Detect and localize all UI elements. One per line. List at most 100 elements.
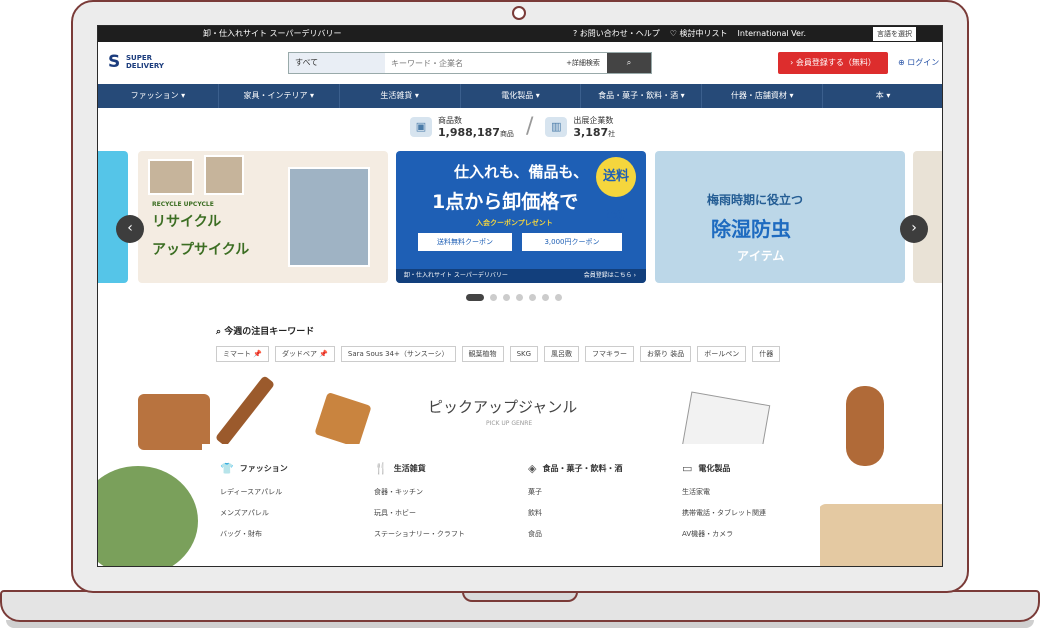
- plant-image: [98, 466, 198, 566]
- main-cta[interactable]: 会員登録はこちら ›: [584, 269, 636, 283]
- chevron-left-icon: ‹: [127, 220, 133, 236]
- recycle-line-1: リサイクル: [152, 214, 222, 230]
- companies-value: 3,187: [573, 125, 609, 139]
- products-unit: 商品: [499, 129, 514, 138]
- genre-link[interactable]: 生活家電: [682, 487, 832, 497]
- keyword-chip[interactable]: ボールペン: [697, 346, 747, 362]
- keyword-chip[interactable]: 什器: [752, 346, 781, 362]
- main-line-1: 仕入れも、備品も、: [454, 163, 589, 181]
- tv-icon: ▭: [682, 462, 693, 475]
- free-shipping-badge: 送料¥0: [596, 157, 636, 224]
- banner-main[interactable]: 仕入れも、備品も、 1点から卸価格で 送料¥0 入会クーポンプレゼント 送料無料…: [396, 151, 646, 283]
- genre-link[interactable]: レディースアパレル: [220, 487, 370, 497]
- genre-link[interactable]: 食器・キッチン: [374, 487, 524, 497]
- user-icon: ⊕: [898, 58, 908, 67]
- photo-model: [288, 167, 370, 267]
- genre-link[interactable]: 携帯電話・タブレット関連: [682, 508, 832, 518]
- nav-books[interactable]: 本 ▾: [823, 84, 942, 108]
- genre-title[interactable]: 食品・菓子・飲料・酒: [542, 463, 622, 474]
- nav-fixtures[interactable]: 什器・店舗資材 ▾: [702, 84, 824, 108]
- keyword-chip[interactable]: 観葉植物: [461, 346, 504, 362]
- browser-screen: 卸・仕入れサイト スーパーデリバリー ? お問い合わせ・ヘルプ ♡ 検討中リスト…: [97, 25, 943, 567]
- top-bar: 卸・仕入れサイト スーパーデリバリー ? お問い合わせ・ヘルプ ♡ 検討中リスト…: [98, 26, 942, 42]
- carousel-prev-button[interactable]: ‹: [116, 215, 144, 243]
- genre-link[interactable]: メンズアパレル: [220, 508, 370, 518]
- recycle-small: RECYCLE UPCYCLE: [152, 201, 214, 208]
- genre-link[interactable]: 飲料: [528, 508, 678, 518]
- search-button[interactable]: ⌕: [607, 53, 651, 73]
- genre-title[interactable]: 電化製品: [698, 463, 730, 474]
- keyword-chip[interactable]: お祭り 装品: [640, 346, 692, 362]
- cutlery-icon: 🍴: [374, 462, 388, 475]
- carousel-next-button[interactable]: ›: [900, 215, 928, 243]
- keyword-chip[interactable]: 風呂敷: [544, 346, 580, 362]
- coupon-2: 3,000円クーポン: [522, 233, 622, 251]
- carousel-dot[interactable]: [490, 294, 497, 301]
- coupon-1: 送料無料クーポン: [418, 233, 512, 251]
- coupon-tag: 入会クーポンプレゼント: [476, 219, 553, 227]
- magnifier-icon: ⌕: [216, 327, 225, 337]
- strap-image: [214, 375, 276, 447]
- tshirt-icon: 👕: [220, 462, 234, 475]
- banner-recycle[interactable]: RECYCLE UPCYCLE リサイクル アップサイクル: [138, 151, 388, 283]
- help-link[interactable]: ? お問い合わせ・ヘルプ: [573, 26, 660, 42]
- keyword-chip[interactable]: フマキラー: [585, 346, 635, 362]
- search-bar: すべて +詳細検索 ⌕: [288, 52, 652, 74]
- companies-label: 出展企業数: [573, 115, 614, 125]
- banner-rainy-season[interactable]: 梅雨時期に役立つ 除湿防虫 アイテム: [655, 151, 905, 283]
- nav-furniture[interactable]: 家具・インテリア ▾: [219, 84, 340, 108]
- carousel-dot[interactable]: [542, 294, 549, 301]
- nav-fashion[interactable]: ファッション ▾: [98, 84, 219, 108]
- genre-title[interactable]: 生活雑貨: [394, 463, 426, 474]
- candy-icon: ◈: [528, 462, 537, 475]
- banner-carousel: RECYCLE UPCYCLE リサイクル アップサイクル 仕入れも、備品も、 …: [98, 151, 942, 283]
- carousel-dot[interactable]: [516, 294, 523, 301]
- recycle-line-2: アップサイクル: [152, 242, 250, 258]
- keywords-title: 今週の注目キーワード: [224, 327, 315, 337]
- genre-link[interactable]: 玩具・ホビー: [374, 508, 524, 518]
- tagline: 卸・仕入れサイト スーパーデリバリー: [203, 29, 342, 38]
- genre-link[interactable]: ステーショナリー・クラフト: [374, 529, 524, 539]
- advanced-search-link[interactable]: +詳細検索: [559, 53, 607, 73]
- companies-unit: 社: [608, 129, 616, 138]
- search-input[interactable]: [385, 53, 559, 73]
- search-category-select[interactable]: すべて: [289, 53, 385, 73]
- logo-line-2: DELIVERY: [126, 62, 164, 70]
- carousel-dot[interactable]: [555, 294, 562, 301]
- keyword-chip[interactable]: SKG: [509, 346, 539, 362]
- keyword-chip[interactable]: ミマート 📌: [216, 346, 269, 362]
- keyword-chip[interactable]: Sara Sous 34+（サンスーシ）: [340, 346, 456, 362]
- photo-thumbnail: [204, 155, 244, 195]
- international-link[interactable]: International Ver.: [738, 26, 806, 42]
- photo-thumbnail: [148, 159, 194, 195]
- keyword-chip[interactable]: ダッドベア 📌: [274, 346, 335, 362]
- site-logo[interactable]: S SUPER DELIVERY: [108, 53, 186, 71]
- site-stats: ▣ 商品数 1,988,187商品 / ▥ 出展企業数 3,187社: [410, 114, 615, 139]
- genre-title[interactable]: ファッション: [240, 463, 288, 474]
- products-icon: ▣: [410, 116, 432, 137]
- genre-link[interactable]: 食品: [528, 529, 678, 539]
- pickup-title: ピックアップジャンル: [428, 398, 578, 416]
- register-button[interactable]: › 会員登録する（無料）: [778, 52, 888, 74]
- language-selector[interactable]: 言語を選択: [873, 27, 916, 41]
- genre-link[interactable]: 菓子: [528, 487, 678, 497]
- slipper-image: [846, 386, 884, 466]
- genre-link[interactable]: バッグ・財布: [220, 529, 370, 539]
- phone-case-image: [314, 391, 372, 449]
- logo-line-1: SUPER: [126, 54, 153, 62]
- carousel-dot[interactable]: [529, 294, 536, 301]
- carousel-dot[interactable]: [503, 294, 510, 301]
- search-icon: ⌕: [626, 58, 632, 67]
- category-nav: ファッション ▾ 家具・インテリア ▾ 生活雑貨 ▾ 電化製品 ▾ 食品・菓子・…: [98, 84, 942, 108]
- carousel-dot[interactable]: [466, 294, 484, 301]
- login-link[interactable]: ⊕ ログイン: [898, 52, 939, 74]
- wishlist-link[interactable]: ♡ 検討中リスト: [670, 26, 728, 42]
- nav-food[interactable]: 食品・菓子・飲料・酒 ▾: [581, 84, 703, 108]
- nav-electronics[interactable]: 電化製品 ▾: [461, 84, 582, 108]
- main-foot-text: 卸・仕入れサイト スーパーデリバリー: [404, 272, 508, 279]
- nav-daily-goods[interactable]: 生活雑貨 ▾: [340, 84, 461, 108]
- product-count: ▣ 商品数 1,988,187商品: [410, 115, 514, 139]
- keyword-list: ミマート 📌 ダッドベア 📌 Sara Sous 34+（サンスーシ） 観葉植物…: [216, 346, 781, 362]
- genre-link[interactable]: AV機器・カメラ: [682, 529, 832, 539]
- divider: /: [525, 114, 534, 139]
